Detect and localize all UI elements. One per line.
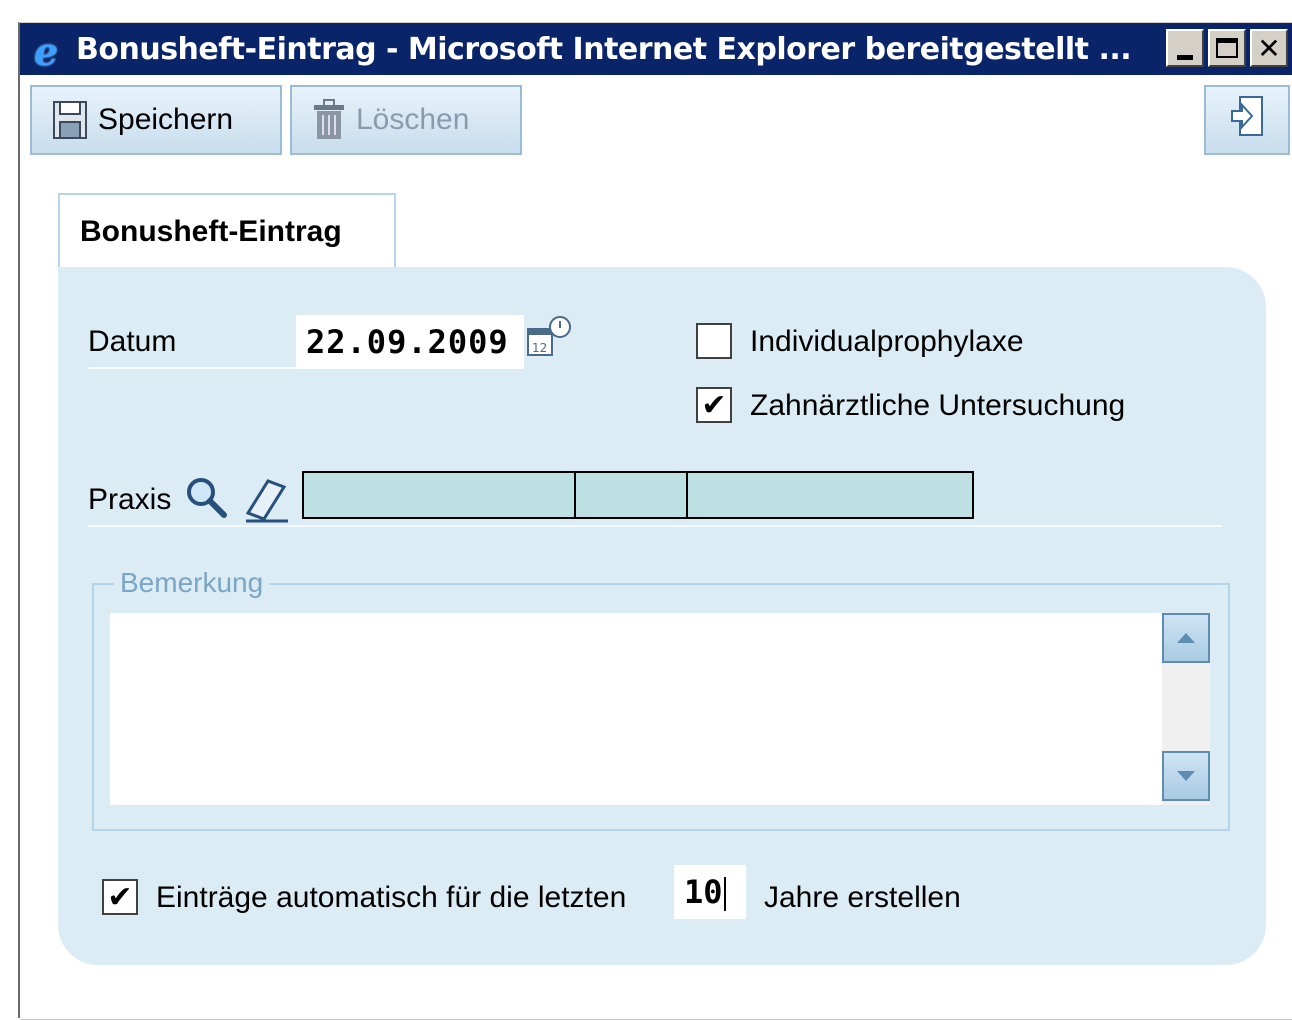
- close-button[interactable]: ✕: [1250, 29, 1288, 67]
- maximize-button[interactable]: [1208, 29, 1246, 67]
- close-icon: ✕: [1257, 31, 1281, 65]
- untersuchung-checkbox[interactable]: ✔: [696, 387, 732, 423]
- calendar-icon[interactable]: 12: [526, 315, 576, 363]
- delete-label: Löschen: [356, 103, 470, 136]
- praxis-field[interactable]: [302, 471, 974, 519]
- save-label: Speichern: [98, 103, 234, 136]
- eraser-icon[interactable]: [242, 475, 290, 527]
- praxis-label: Praxis: [88, 483, 172, 516]
- untersuchung-label: Zahnärztliche Untersuchung: [750, 389, 1126, 422]
- search-icon[interactable]: [184, 475, 228, 523]
- scroll-down-button[interactable]: [1162, 751, 1210, 801]
- exit-icon: [1230, 95, 1264, 145]
- save-icon: [52, 100, 88, 140]
- individualprophylaxe-label: Individualprophylaxe: [750, 325, 1024, 358]
- scroll-up-button[interactable]: [1162, 613, 1210, 663]
- window-title: Bonusheft-Eintrag - Microsoft Internet E…: [76, 31, 1132, 67]
- browser-window: e Bonusheft-Eintrag - Microsoft Internet…: [18, 22, 1292, 1020]
- trash-icon: [312, 99, 346, 141]
- years-input[interactable]: 10: [674, 865, 746, 919]
- checkmark-icon: ✔: [701, 387, 727, 423]
- auto-create-prefix: Einträge automatisch für die letzten: [156, 881, 627, 914]
- svg-text:12: 12: [532, 341, 547, 355]
- bemerkung-legend: Bemerkung: [114, 567, 270, 599]
- datum-input[interactable]: 22.09.2009: [296, 315, 524, 369]
- exit-button[interactable]: [1204, 85, 1290, 155]
- text-caret: [723, 877, 726, 911]
- toolbar: Speichern Löschen: [20, 85, 1292, 157]
- years-value: 10: [684, 873, 723, 911]
- minimize-button[interactable]: [1166, 29, 1204, 67]
- praxis-field-divider: [686, 473, 688, 517]
- auto-create-checkbox[interactable]: ✔: [102, 879, 138, 915]
- praxis-field-divider: [574, 473, 576, 517]
- maximize-icon: [1216, 38, 1238, 58]
- save-button[interactable]: Speichern: [30, 85, 282, 155]
- individualprophylaxe-checkbox[interactable]: [696, 323, 732, 359]
- scroll-down-icon: [1177, 771, 1195, 781]
- datum-label: Datum: [88, 325, 177, 358]
- praxis-underline: [88, 525, 1222, 527]
- ie-logo-icon: e: [34, 29, 59, 74]
- checkmark-icon: ✔: [107, 879, 133, 915]
- bemerkung-scrollbar[interactable]: [1162, 613, 1210, 805]
- auto-create-suffix: Jahre erstellen: [764, 881, 961, 914]
- tab-bonusheft-eintrag[interactable]: Bonusheft-Eintrag: [58, 193, 396, 269]
- title-bar[interactable]: e Bonusheft-Eintrag - Microsoft Internet…: [20, 23, 1292, 75]
- scroll-up-icon: [1177, 633, 1195, 643]
- bemerkung-textarea[interactable]: [110, 613, 1210, 805]
- delete-button[interactable]: Löschen: [290, 85, 522, 155]
- minimize-icon: [1177, 54, 1193, 60]
